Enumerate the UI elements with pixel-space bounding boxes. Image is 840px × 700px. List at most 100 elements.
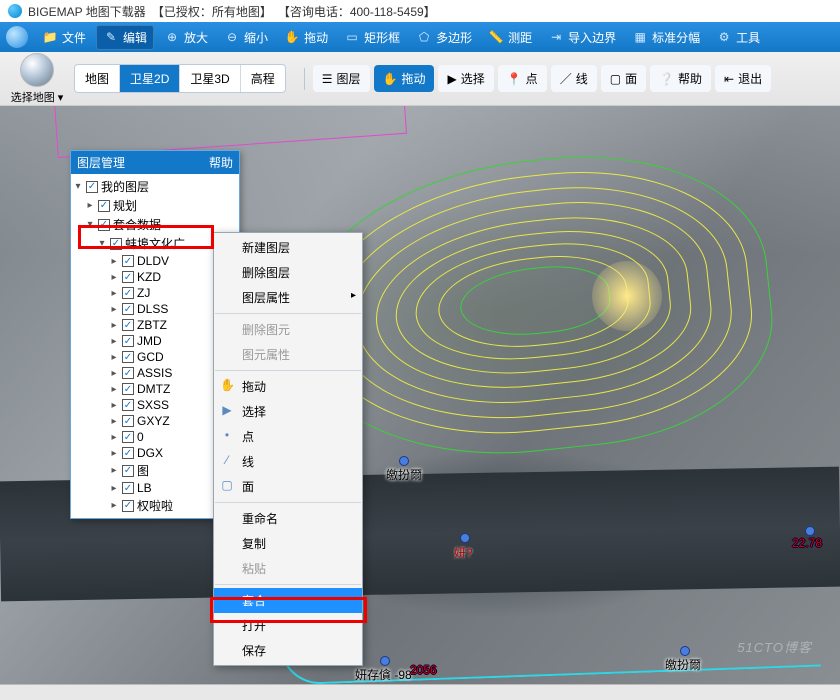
twisty-icon[interactable]: ▸ xyxy=(109,304,119,315)
checkbox[interactable]: ✓ xyxy=(122,415,134,427)
edit-menu[interactable]: ✎编辑 xyxy=(96,25,154,50)
checkbox[interactable]: ✓ xyxy=(122,303,134,315)
tools-menu[interactable]: ⚙工具 xyxy=(710,26,766,49)
map-pin[interactable] xyxy=(399,456,409,466)
twisty-icon[interactable]: ▸ xyxy=(109,288,119,299)
layer-panel-header[interactable]: 图层管理 帮助 xyxy=(71,151,239,174)
checkbox[interactable]: ✓ xyxy=(122,465,134,477)
twisty-icon[interactable]: ▸ xyxy=(109,483,119,494)
tab-elevation[interactable]: 高程 xyxy=(241,65,285,92)
ctx-polygon[interactable]: ▢面 xyxy=(214,474,362,499)
ctx-new-layer[interactable]: 新建图层 xyxy=(214,235,362,260)
zoom-out-button[interactable]: ⊖缩小 xyxy=(218,26,274,49)
checkbox[interactable]: ✓ xyxy=(122,335,134,347)
chevron-right-icon: ▸ xyxy=(351,290,356,301)
twisty-icon[interactable]: ▸ xyxy=(109,432,119,443)
twisty-icon[interactable]: ▸ xyxy=(109,352,119,363)
tree-node-plan[interactable]: ▸✓规划 xyxy=(73,196,237,215)
ctx-layer-props[interactable]: 图层属性▸ xyxy=(214,285,362,310)
ctx-line[interactable]: ⁄线 xyxy=(214,449,362,474)
view-mode-tabs: 地图 卫星2D 卫星3D 高程 xyxy=(74,64,286,93)
checkbox[interactable]: ✓ xyxy=(122,431,134,443)
checkbox[interactable]: ✓ xyxy=(122,482,134,494)
standard-grid-button[interactable]: ▦标准分幅 xyxy=(626,26,706,49)
map-pin[interactable] xyxy=(380,656,390,666)
twisty-icon[interactable]: ▸ xyxy=(109,448,119,459)
checkbox[interactable]: ✓ xyxy=(122,367,134,379)
tree-label: ZJ xyxy=(137,286,150,300)
ctx-delete-layer[interactable]: 删除图层 xyxy=(214,260,362,285)
polygon-button[interactable]: ⬠多边形 xyxy=(410,26,478,49)
twisty-icon[interactable]: ▸ xyxy=(109,336,119,347)
twisty-icon[interactable]: ▾ xyxy=(85,219,95,230)
checkbox[interactable]: ✓ xyxy=(98,200,110,212)
tree-node-root[interactable]: ▾✓我的图层 xyxy=(73,177,237,196)
tab-map[interactable]: 地图 xyxy=(75,65,120,92)
twisty-icon[interactable]: ▸ xyxy=(109,320,119,331)
ctx-pan[interactable]: ✋拖动 xyxy=(214,374,362,399)
twisty-icon[interactable]: ▾ xyxy=(73,181,83,192)
checkbox[interactable]: ✓ xyxy=(122,447,134,459)
twisty-icon[interactable]: ▸ xyxy=(109,368,119,379)
polygon-tool-button[interactable]: ▢面 xyxy=(601,65,646,92)
ctx-element-props: 图元属性 xyxy=(214,342,362,367)
ctx-rename[interactable]: 重命名 xyxy=(214,506,362,531)
checkbox[interactable]: ✓ xyxy=(122,319,134,331)
layer-panel-help-link[interactable]: 帮助 xyxy=(209,154,233,171)
map-pin[interactable] xyxy=(805,526,815,536)
map-pin[interactable] xyxy=(460,533,470,543)
point-tool-button[interactable]: 📍点 xyxy=(498,65,547,92)
checkbox[interactable]: ✓ xyxy=(122,255,134,267)
twisty-icon[interactable]: ▸ xyxy=(109,272,119,283)
ctx-open[interactable]: 打开 xyxy=(214,613,362,638)
checkbox[interactable]: ✓ xyxy=(122,287,134,299)
checkbox[interactable]: ✓ xyxy=(110,238,122,250)
ctx-overlay[interactable]: 套合 xyxy=(214,588,362,613)
checkbox[interactable]: ✓ xyxy=(122,500,134,512)
checkbox[interactable]: ✓ xyxy=(122,399,134,411)
ctx-select[interactable]: ▶选择 xyxy=(214,399,362,424)
cursor-icon: ▶ xyxy=(447,72,456,86)
twisty-icon[interactable]: ▸ xyxy=(85,200,95,211)
map-source-button[interactable]: 选择地图 ▾ xyxy=(6,53,68,105)
pan-button[interactable]: ✋拖动 xyxy=(278,26,334,49)
globe-icon xyxy=(20,53,54,87)
file-menu[interactable]: 📁文件 xyxy=(36,26,92,49)
ctx-copy[interactable]: 复制 xyxy=(214,531,362,556)
help-button[interactable]: ❔帮助 xyxy=(650,65,711,92)
checkbox[interactable]: ✓ xyxy=(122,383,134,395)
point-btn-label: 点 xyxy=(526,70,538,87)
ctx-save[interactable]: 保存 xyxy=(214,638,362,663)
checkbox[interactable]: ✓ xyxy=(86,181,98,193)
twisty-icon[interactable]: ▸ xyxy=(109,400,119,411)
layer-button[interactable]: ☰图层 xyxy=(313,65,370,92)
twisty-icon[interactable]: ▸ xyxy=(109,384,119,395)
select-tool-button[interactable]: ▶选择 xyxy=(438,65,493,92)
import-button[interactable]: ⇥导入边界 xyxy=(542,26,622,49)
map-pin[interactable] xyxy=(680,646,690,656)
pan-tool-button[interactable]: ✋拖动 xyxy=(374,65,435,92)
twisty-icon[interactable]: ▸ xyxy=(109,465,119,476)
checkbox[interactable]: ✓ xyxy=(98,219,110,231)
twisty-icon[interactable]: ▸ xyxy=(109,416,119,427)
twisty-icon[interactable]: ▸ xyxy=(109,500,119,511)
watermark: 51CTO博客 xyxy=(737,637,812,656)
tree-label: KZD xyxy=(137,270,161,284)
twisty-icon[interactable]: ▾ xyxy=(97,238,107,249)
zoom-in-button[interactable]: ⊕放大 xyxy=(158,26,214,49)
ctx-point[interactable]: •点 xyxy=(214,424,362,449)
map-label: 22.78 xyxy=(792,536,822,550)
checkbox[interactable]: ✓ xyxy=(122,351,134,363)
tab-sat3d[interactable]: 卫星3D xyxy=(180,65,240,92)
exit-button[interactable]: ⇤退出 xyxy=(715,65,771,92)
line-btn-label: 线 xyxy=(576,70,588,87)
measure-button[interactable]: 📏测距 xyxy=(482,26,538,49)
tab-sat2d[interactable]: 卫星2D xyxy=(120,65,180,92)
checkbox[interactable]: ✓ xyxy=(122,271,134,283)
line-tool-button[interactable]: ／线 xyxy=(551,65,597,92)
rect-button[interactable]: ▭矩形框 xyxy=(338,26,406,49)
twisty-icon[interactable]: ▸ xyxy=(109,256,119,267)
tree-label: DMTZ xyxy=(137,382,170,396)
titlebar: BIGEMAP 地图下载器 【已授权：所有地图】 【咨询电话：400-118-5… xyxy=(0,0,840,22)
poly-label: 多边形 xyxy=(436,29,472,46)
